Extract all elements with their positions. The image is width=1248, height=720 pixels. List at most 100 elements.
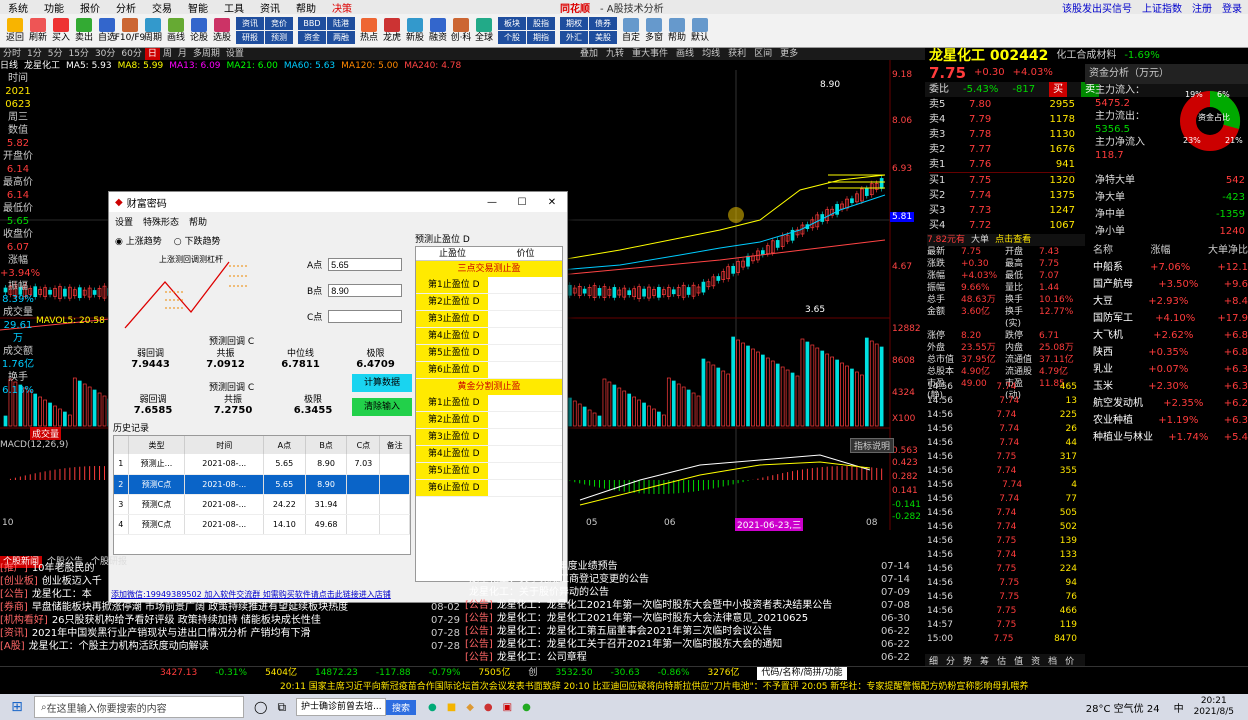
tab-15min[interactable]: 15分 — [65, 48, 91, 60]
list-item[interactable]: 第2止盈位 D — [416, 412, 562, 429]
list-item[interactable]: 第1止盈位 D — [416, 395, 562, 412]
indicator-help-button[interactable]: 指标说明 — [850, 438, 895, 453]
default-button[interactable]: 默认 — [689, 18, 711, 43]
sector-row[interactable]: 乳业 +0.07% +6.3 — [1093, 361, 1248, 378]
radio-downtrend[interactable]: ○ 下跌趋势 — [174, 234, 221, 247]
news-item[interactable]: [公告] 龙星化工：本 — [0, 588, 460, 601]
sector-row[interactable]: 陕西 +0.35% +6.8 — [1093, 344, 1248, 361]
f10-button[interactable]: F10/F9 — [115, 18, 145, 43]
refresh-button[interactable]: 刷新 — [27, 18, 49, 43]
tb-forex[interactable]: 外汇 — [560, 31, 588, 44]
folder-icon[interactable]: ■ — [447, 702, 456, 713]
code-search-input[interactable]: 代码/名称/简拼/功能 — [757, 667, 847, 680]
draw-button[interactable]: 画线 — [165, 18, 187, 43]
table-row[interactable]: 3 预测C点 2021-08-... 24.22 31.94 — [114, 494, 410, 515]
baidu-search-button[interactable]: 搜索 — [386, 699, 417, 715]
taskview-windows-icon[interactable]: ⧉ — [277, 700, 286, 715]
news-item[interactable]: [券商] 早盘储能板块再掀涨停潮 市场前景广阔 政策持续推进有望延续板块热度 08-… — [0, 601, 460, 614]
notice-item[interactable]: [公告] 龙星化工：龙星化工2021年第一次临时股东大会暨中小投资者表决结果公告 0… — [465, 599, 910, 612]
order-book-row[interactable]: 买3 7.73 1247 — [929, 203, 1075, 218]
tonghuashun-icon[interactable]: ▣ — [503, 702, 512, 713]
tb-margin[interactable]: 两融 — [327, 31, 355, 44]
tb-stock[interactable]: 个股 — [498, 31, 526, 44]
menu-trade[interactable]: 交易 — [144, 0, 180, 15]
tb-sector[interactable]: 板块 — [498, 17, 526, 30]
notice-item[interactable]: 龙星化工 2021年半年度业绩预告 07-14 — [465, 560, 910, 573]
menu-help[interactable]: 帮助 — [288, 0, 324, 15]
tab-30min[interactable]: 30分 — [92, 48, 118, 60]
buy-signal-link[interactable]: 该股发出买信号 — [1062, 0, 1132, 15]
btab-file[interactable]: 档 — [1048, 654, 1057, 667]
notice-item[interactable]: [公告] 龙星化工：公司章程 06-22 — [465, 651, 910, 664]
minimize-icon[interactable]: — — [477, 197, 507, 208]
dialog-menu-patterns[interactable]: 特殊形态 — [143, 215, 179, 228]
menu-smart[interactable]: 智能 — [180, 0, 216, 15]
edge-icon[interactable]: ● — [428, 702, 437, 713]
dialog-menu-settings[interactable]: 设置 — [115, 215, 133, 228]
cyb-index[interactable]: 3532.50 — [555, 667, 592, 680]
list-item[interactable]: 第3止盈位 D — [416, 311, 562, 328]
order-book-row[interactable]: 卖4 7.79 1178 — [929, 112, 1075, 127]
btab-valuation[interactable]: 估 — [997, 654, 1006, 667]
notice-item[interactable]: [公告] 龙星化工：龙星化工2021年第一次临时股东大会法律意见_20210625… — [465, 612, 910, 625]
star-market-button[interactable]: 创·科 — [450, 18, 472, 43]
list-item[interactable]: 第1止盈位 D — [416, 277, 562, 294]
tb-bonds[interactable]: 债券 — [589, 17, 617, 30]
industry-name[interactable]: 化工合成材料 — [1056, 48, 1116, 64]
btab-trend[interactable]: 势 — [963, 654, 972, 667]
menu-decision[interactable]: 决策 — [324, 0, 360, 15]
point-b-input[interactable] — [328, 284, 403, 297]
list-item[interactable]: 第2止盈位 D — [416, 294, 562, 311]
ime-indicator[interactable]: 中 — [1174, 700, 1184, 715]
dragon-tiger-button[interactable]: 龙虎 — [381, 18, 403, 43]
notice-item[interactable]: [公告] 龙星化工：龙星化工第五届董事会2021年第三次临时会议公告 06-22 — [465, 625, 910, 638]
task-view-icon[interactable]: ◯ — [254, 700, 267, 714]
tool-profit[interactable]: 获利 — [728, 48, 746, 60]
tab-month[interactable]: 月 — [175, 48, 190, 60]
sz-index[interactable]: 14872.23 — [315, 667, 358, 680]
sector-row[interactable]: 航空发动机 +2.35% +6.2 — [1093, 395, 1248, 412]
news-item[interactable]: [推广] 10年老股民的 — [0, 562, 460, 575]
menu-analysis[interactable]: 分析 — [108, 0, 144, 15]
news-ticker[interactable]: 20:11 国家主席习近平向新冠疫苗合作国际论坛首次会议发表书面致辞 20:10… — [0, 680, 1248, 694]
tab-1min[interactable]: 1分 — [24, 48, 45, 60]
news-item[interactable]: [资讯] 2021年中国炭黑行业产销现状与进出口情况分析 产销均有下滑 07-28 — [0, 627, 460, 640]
btab-price[interactable]: 价 — [1065, 654, 1074, 667]
tab-day[interactable]: 日 — [144, 48, 160, 60]
global-button[interactable]: 全球 — [473, 18, 495, 43]
table-row-selected[interactable]: 2 预测C点 2021-08-... 5.65 8.90 — [114, 474, 410, 495]
maximize-icon[interactable]: ☐ — [507, 197, 537, 208]
tb-options[interactable]: 期权 — [560, 17, 588, 30]
tb-us[interactable]: 美股 — [589, 31, 617, 44]
order-book-row[interactable]: 买2 7.74 1375 — [929, 188, 1075, 203]
tool-overlay[interactable]: 叠加 — [580, 48, 598, 60]
list-item[interactable]: 第5止盈位 D — [416, 463, 562, 480]
forum-button[interactable]: 论股 — [188, 18, 210, 43]
tb-bbd[interactable]: BBD — [298, 17, 326, 30]
tb-research[interactable]: 研报 — [236, 31, 264, 44]
sector-row[interactable]: 大豆 +2.93% +8.4 — [1093, 293, 1248, 310]
tab-week[interactable]: 周 — [160, 48, 175, 60]
tool-ma[interactable]: 均线 — [702, 48, 720, 60]
notice-item[interactable]: [公告] 龙星化工：龙星化工关于召开2021年第一次临时股东大会的通知 06-22 — [465, 638, 910, 651]
sector-row[interactable]: 中船系 +7.06% +12.1 — [1093, 259, 1248, 276]
news-item[interactable]: [创业板] 创业板迈入千 — [0, 575, 460, 588]
btab-chips[interactable]: 筹 — [980, 654, 989, 667]
menu-tools[interactable]: 工具 — [216, 0, 252, 15]
calc-button[interactable]: 计算数据 — [352, 374, 412, 392]
tab-intraday[interactable]: 分时 — [0, 48, 24, 60]
tool-more[interactable]: 更多 — [780, 48, 798, 60]
order-book-row[interactable]: 卖3 7.78 1130 — [929, 127, 1075, 142]
close-icon[interactable]: ✕ — [537, 197, 567, 208]
buy-quick-button[interactable]: 买 — [1049, 82, 1068, 97]
point-c-input[interactable] — [328, 310, 403, 323]
list-item[interactable]: 第6止盈位 D — [416, 480, 562, 497]
tb-auction[interactable]: 竞价 — [265, 17, 293, 30]
point-a-input[interactable] — [328, 258, 403, 271]
sell-button[interactable]: 卖出 — [73, 18, 95, 43]
news-item[interactable]: [机构看好] 26只股获机构给予看好评级 政策持续加持 储能板块成长性佳 07-29 — [0, 614, 460, 627]
btab-detail[interactable]: 细 — [929, 654, 938, 667]
tb-news[interactable]: 资讯 — [236, 17, 264, 30]
custom-button[interactable]: 自定 — [620, 18, 642, 43]
login-link[interactable]: 登录 — [1222, 0, 1242, 15]
